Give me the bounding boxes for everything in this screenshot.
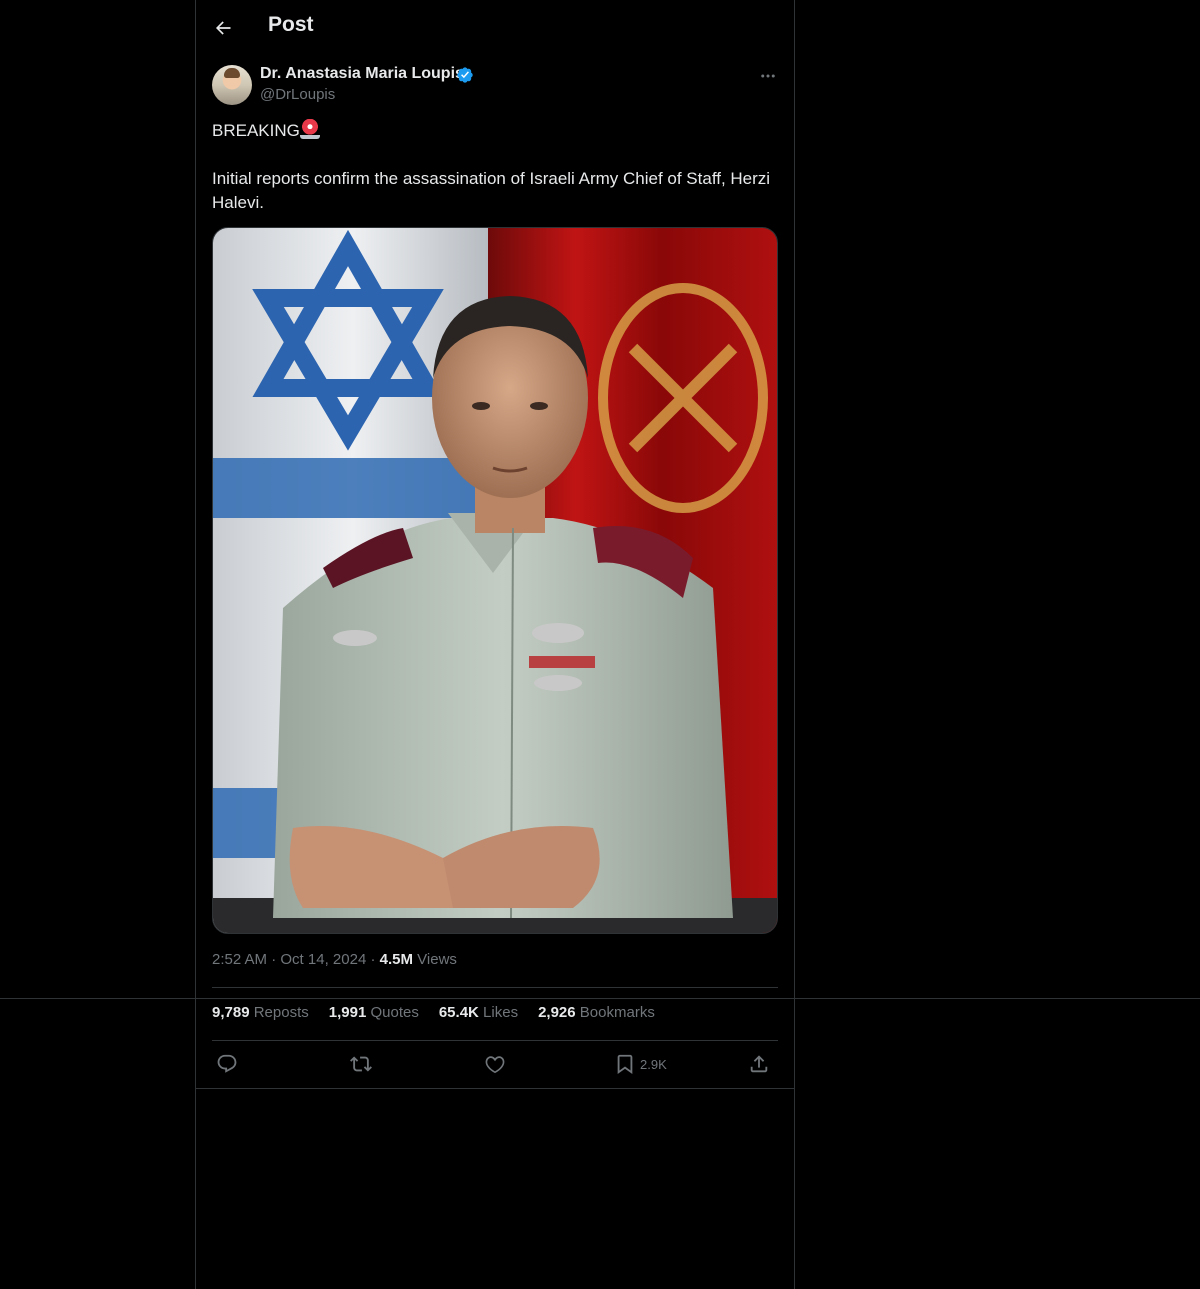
share-button[interactable] [748,1050,770,1078]
post-author: Dr. Anastasia Maria Loupis @DrLoupis [212,65,778,107]
views-label: Views [417,951,457,968]
siren-emoji-icon [299,119,320,139]
repost-button[interactable] [350,1050,372,1078]
post-body: Initial reports confirm the assassinatio… [212,169,771,212]
post-text: BREAKING Initial reports confirm the ass… [212,119,778,215]
share-icon [750,1055,768,1073]
bookmarks-stat[interactable]: 2,926 Bookmarks [538,1004,655,1021]
author-handle[interactable]: @DrLoupis [260,86,335,103]
main-column: Post Dr. Anastasia Maria Loupis @DrLoupi… [195,0,795,1289]
top-bar: Post [196,0,794,54]
post-meta: 2:52 AM · Oct 14, 2024 · 4.5M Views [212,951,457,968]
post-image[interactable] [212,227,778,934]
post-time[interactable]: 2:52 AM [212,951,267,968]
action-bar: 2.9K [212,1050,778,1078]
page-title: Post [268,13,314,36]
heart-icon [485,1056,505,1074]
bookmark-icon [617,1054,633,1075]
like-button[interactable] [484,1050,506,1078]
reply-button[interactable] [216,1050,238,1078]
engagement-stats: 9,789 Reposts 1,991 Quotes 65.4K Likes 2… [212,1004,655,1021]
more-horizontal-icon [761,74,775,78]
verified-badge-icon [457,67,473,83]
post-date[interactable]: Oct 14, 2024 [280,951,366,968]
author-name[interactable]: Dr. Anastasia Maria Loupis [260,65,464,83]
reply-icon [217,1054,237,1073]
repost-icon [350,1056,372,1072]
portrait-photo [213,228,777,933]
quotes-stat[interactable]: 1,991 Quotes [329,1004,419,1021]
more-button[interactable] [756,65,780,87]
divider [212,1040,778,1041]
divider [196,1088,794,1089]
bookmark-count: 2.9K [640,1056,667,1072]
bookmark-button[interactable]: 2.9K [614,1050,667,1078]
likes-stat[interactable]: 65.4K Likes [439,1004,518,1021]
post-headline: BREAKING [212,121,300,140]
divider [212,987,778,988]
views-count: 4.5M [379,951,413,968]
arrow-left-icon [216,21,231,35]
avatar[interactable] [212,65,252,105]
back-button[interactable] [206,11,240,45]
reposts-stat[interactable]: 9,789 Reposts [212,1004,309,1021]
